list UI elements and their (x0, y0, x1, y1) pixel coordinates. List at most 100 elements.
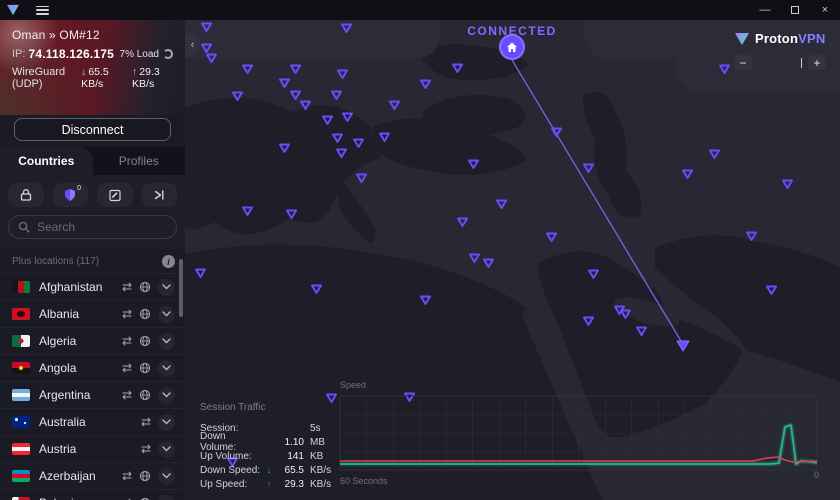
connected-server-marker[interactable] (675, 339, 691, 357)
country-row[interactable]: Australia⇄ (0, 408, 185, 435)
location-pin-icon[interactable] (331, 132, 344, 144)
location-pin-icon[interactable] (765, 284, 778, 296)
location-pin-icon[interactable] (781, 178, 794, 190)
globe-icon[interactable] (139, 281, 151, 293)
chevron-down-icon[interactable] (158, 495, 175, 500)
country-row[interactable]: Argentina⇄ (0, 381, 185, 408)
chevron-down-icon[interactable] (158, 360, 175, 377)
connect-fastest-icon[interactable]: ⇄ (122, 335, 132, 347)
chevron-down-icon[interactable] (158, 468, 175, 485)
info-icon[interactable]: i (162, 255, 175, 268)
chevron-down-icon[interactable] (158, 333, 175, 350)
connect-fastest-icon[interactable]: ⇄ (141, 443, 151, 455)
globe-icon[interactable] (139, 308, 151, 320)
location-pin-icon[interactable] (495, 198, 508, 210)
location-pin-icon[interactable] (388, 99, 401, 111)
chevron-down-icon[interactable] (158, 441, 175, 458)
location-pin-icon[interactable] (341, 111, 354, 123)
close-button[interactable]: × (810, 0, 840, 20)
location-pin-icon[interactable] (745, 230, 758, 242)
location-pin-icon[interactable] (582, 315, 595, 327)
country-row[interactable]: Austria⇄ (0, 435, 185, 462)
location-pin-icon[interactable] (278, 142, 291, 154)
port-forwarding-button[interactable] (142, 183, 178, 207)
home-location-marker[interactable] (499, 34, 525, 60)
location-pin-icon[interactable] (419, 294, 432, 306)
location-pin-icon[interactable] (241, 63, 254, 75)
location-pin-icon[interactable] (289, 63, 302, 75)
connect-fastest-icon[interactable]: ⇄ (122, 389, 132, 401)
location-pin-icon[interactable] (285, 208, 298, 220)
location-pin-icon[interactable] (467, 158, 480, 170)
globe-icon[interactable] (139, 389, 151, 401)
location-pin-icon[interactable] (545, 231, 558, 243)
scrollbar-thumb[interactable] (179, 259, 183, 317)
location-pin-icon[interactable] (336, 68, 349, 80)
location-pin-icon[interactable] (708, 148, 721, 160)
location-pin-icon[interactable] (619, 308, 632, 320)
profiles-edit-button[interactable] (97, 183, 133, 207)
location-pin-icon[interactable] (468, 252, 481, 264)
location-pin-icon[interactable] (340, 22, 353, 34)
country-row[interactable]: Bahrain⇄ (0, 489, 185, 500)
location-pin-icon[interactable] (205, 52, 218, 64)
zoom-slider-handle[interactable] (801, 58, 803, 68)
globe-icon[interactable] (139, 335, 151, 347)
location-pin-icon[interactable] (352, 137, 365, 149)
zoom-out-button[interactable]: − (734, 55, 752, 70)
globe-icon[interactable] (139, 470, 151, 482)
location-pin-icon[interactable] (582, 162, 595, 174)
country-row[interactable]: Angola⇄ (0, 354, 185, 381)
location-pin-icon[interactable] (378, 131, 391, 143)
minimize-button[interactable]: — (750, 0, 780, 20)
netshield-button[interactable]: 0 (53, 183, 89, 207)
location-pin-icon[interactable] (635, 325, 648, 337)
country-row[interactable]: Algeria⇄ (0, 327, 185, 354)
country-name: Afghanistan (39, 280, 122, 294)
country-list: Afghanistan⇄Albania⇄Algeria⇄Angola⇄Argen… (0, 273, 185, 500)
country-row[interactable]: Azerbaijan⇄ (0, 462, 185, 489)
search-bar[interactable] (8, 215, 177, 239)
location-pin-icon[interactable] (335, 147, 348, 159)
location-pin-icon[interactable] (231, 90, 244, 102)
location-pin-icon[interactable] (681, 168, 694, 180)
location-pin-icon[interactable] (241, 205, 254, 217)
chevron-down-icon[interactable] (158, 306, 175, 323)
zoom-in-button[interactable]: + (808, 55, 826, 70)
connect-fastest-icon[interactable]: ⇄ (122, 362, 132, 374)
location-pin-icon[interactable] (200, 21, 213, 33)
pencil-icon (107, 187, 123, 203)
chevron-down-icon[interactable] (158, 279, 175, 296)
globe-icon[interactable] (139, 362, 151, 374)
location-pin-icon[interactable] (299, 99, 312, 111)
country-row[interactable]: Albania⇄ (0, 300, 185, 327)
connect-fastest-icon[interactable]: ⇄ (122, 281, 132, 293)
country-row[interactable]: Afghanistan⇄ (0, 273, 185, 300)
tab-profiles[interactable]: Profiles (93, 147, 186, 175)
search-input[interactable] (37, 220, 157, 234)
location-pin-icon[interactable] (321, 114, 334, 126)
location-pin-icon[interactable] (550, 126, 563, 138)
location-pin-icon[interactable] (587, 268, 600, 280)
location-pin-icon[interactable] (310, 283, 323, 295)
location-pin-icon[interactable] (456, 216, 469, 228)
location-pin-icon[interactable] (482, 257, 495, 269)
secure-core-button[interactable] (8, 183, 44, 207)
chevron-down-icon[interactable] (158, 414, 175, 431)
location-pin-icon[interactable] (194, 267, 207, 279)
connect-fastest-icon[interactable]: ⇄ (122, 470, 132, 482)
location-pin-icon[interactable] (330, 89, 343, 101)
connect-fastest-icon[interactable]: ⇄ (122, 308, 132, 320)
hamburger-menu-icon[interactable] (36, 6, 49, 15)
chevron-down-icon[interactable] (158, 387, 175, 404)
location-pin-icon[interactable] (718, 63, 731, 75)
disconnect-button[interactable]: Disconnect (14, 118, 171, 141)
maximize-button[interactable] (780, 0, 810, 20)
location-pin-icon[interactable] (278, 77, 291, 89)
location-pin-icon[interactable] (419, 78, 432, 90)
world-map[interactable]: ‹ CONNECTED ProtonVPN − (185, 20, 840, 500)
location-pin-icon[interactable] (355, 172, 368, 184)
connect-fastest-icon[interactable]: ⇄ (141, 416, 151, 428)
location-pin-icon[interactable] (451, 62, 464, 74)
tab-countries[interactable]: Countries (0, 147, 93, 175)
